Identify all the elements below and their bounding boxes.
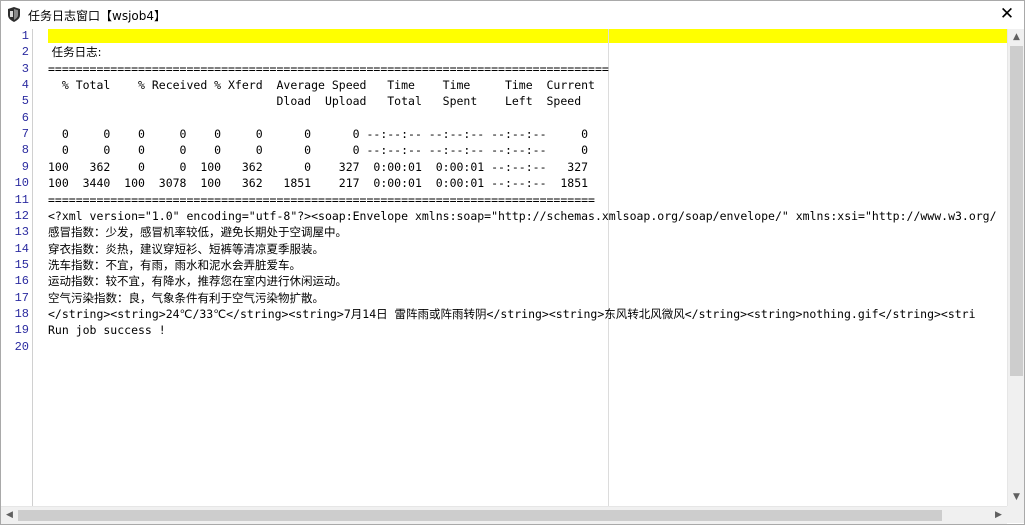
current-line-highlight <box>48 29 1007 43</box>
line-number: 16 <box>14 274 29 289</box>
close-button[interactable]: ✕ <box>990 1 1024 29</box>
line-number: 7 <box>21 127 29 142</box>
log-line: 100 362 0 0 100 362 0 327 0:00:01 0:00:0… <box>48 159 589 174</box>
log-line: Run job success ! <box>48 323 166 338</box>
log-line: 0 0 0 0 0 0 0 0 --:--:-- --:--:-- --:--:… <box>48 127 589 142</box>
log-line: 空气污染指数：良，气象条件有利于空气污染物扩散。 <box>48 290 324 305</box>
log-line: % Total % Received % Xferd Average Speed… <box>48 78 595 93</box>
line-number: 9 <box>21 159 29 174</box>
log-text-area[interactable]: 任务日志: ===================================… <box>39 29 1007 506</box>
app-shield-icon <box>8 7 20 22</box>
line-number: 10 <box>14 176 29 191</box>
line-number: 15 <box>14 257 29 272</box>
line-number: 14 <box>14 241 29 256</box>
vertical-scroll-thumb[interactable] <box>1010 46 1023 376</box>
line-number: 4 <box>21 78 29 93</box>
line-number: 1 <box>21 29 29 43</box>
line-number: 19 <box>14 323 29 338</box>
log-line: ========================================… <box>48 192 595 207</box>
line-number: 12 <box>14 208 29 223</box>
log-line: 0 0 0 0 0 0 0 0 --:--:-- --:--:-- --:--:… <box>48 143 589 158</box>
line-number: 8 <box>21 143 29 158</box>
line-number: 17 <box>14 290 29 305</box>
horizontal-scrollbar[interactable]: ◀ ▶ <box>1 506 1007 524</box>
line-number: 6 <box>21 110 29 125</box>
log-line: <?xml version="1.0" encoding="utf-8"?><s… <box>48 208 997 223</box>
log-line: Dload Upload Total Spent Left Speed <box>48 94 582 109</box>
line-number: 13 <box>14 225 29 240</box>
line-number: 18 <box>14 306 29 321</box>
log-line: 100 3440 100 3078 100 362 1851 217 0:00:… <box>48 176 589 191</box>
scroll-up-icon[interactable]: ▲ <box>1008 29 1024 46</box>
log-line: 感冒指数：少发，感冒机率较低，避免长期处于空调屋中。 <box>48 225 347 240</box>
log-editor[interactable]: 1 2 3 4 5 6 7 8 9 10 11 12 13 14 15 16 17 18 19 20 任务日志: ===… <box>1 29 1007 506</box>
line-number: 11 <box>14 192 29 207</box>
size-grip <box>1007 506 1024 523</box>
line-number: 2 <box>21 45 29 60</box>
scroll-down-icon[interactable]: ▼ <box>1008 489 1024 506</box>
title-bar[interactable]: 任务日志窗口【wsjob4】 ✕ <box>1 1 1024 29</box>
line-number: 20 <box>14 339 29 354</box>
log-line: 穿衣指数：炎热，建议穿短衫、短裤等清凉夏季服装。 <box>48 241 324 256</box>
scroll-right-icon[interactable]: ▶ <box>990 507 1007 524</box>
log-line: 洗车指数：不宜，有雨，雨水和泥水会弄脏爱车。 <box>48 257 301 272</box>
task-log-window: 任务日志窗口【wsjob4】 ✕ 1 2 3 4 5 6 7 8 9 10 11 12 13 14 15 16… <box>0 0 1025 525</box>
horizontal-scroll-thumb[interactable] <box>18 510 942 521</box>
vertical-scrollbar[interactable]: ▲ ▼ <box>1007 29 1024 506</box>
log-line: 任务日志: <box>48 45 102 60</box>
line-number-gutter: 1 2 3 4 5 6 7 8 9 10 11 12 13 14 15 16 17 18 19 20 <box>1 29 33 506</box>
line-number: 5 <box>21 94 29 109</box>
line-number: 3 <box>21 61 29 76</box>
scroll-left-icon[interactable]: ◀ <box>1 507 18 524</box>
window-title: 任务日志窗口【wsjob4】 <box>28 9 166 23</box>
log-line: </string><string>24℃/33℃</string><string… <box>48 306 976 321</box>
edge-column-marker <box>608 29 609 506</box>
log-line: ========================================… <box>48 61 609 76</box>
log-line: 运动指数：较不宜，有降水，推荐您在室内进行休闲运动。 <box>48 274 347 289</box>
